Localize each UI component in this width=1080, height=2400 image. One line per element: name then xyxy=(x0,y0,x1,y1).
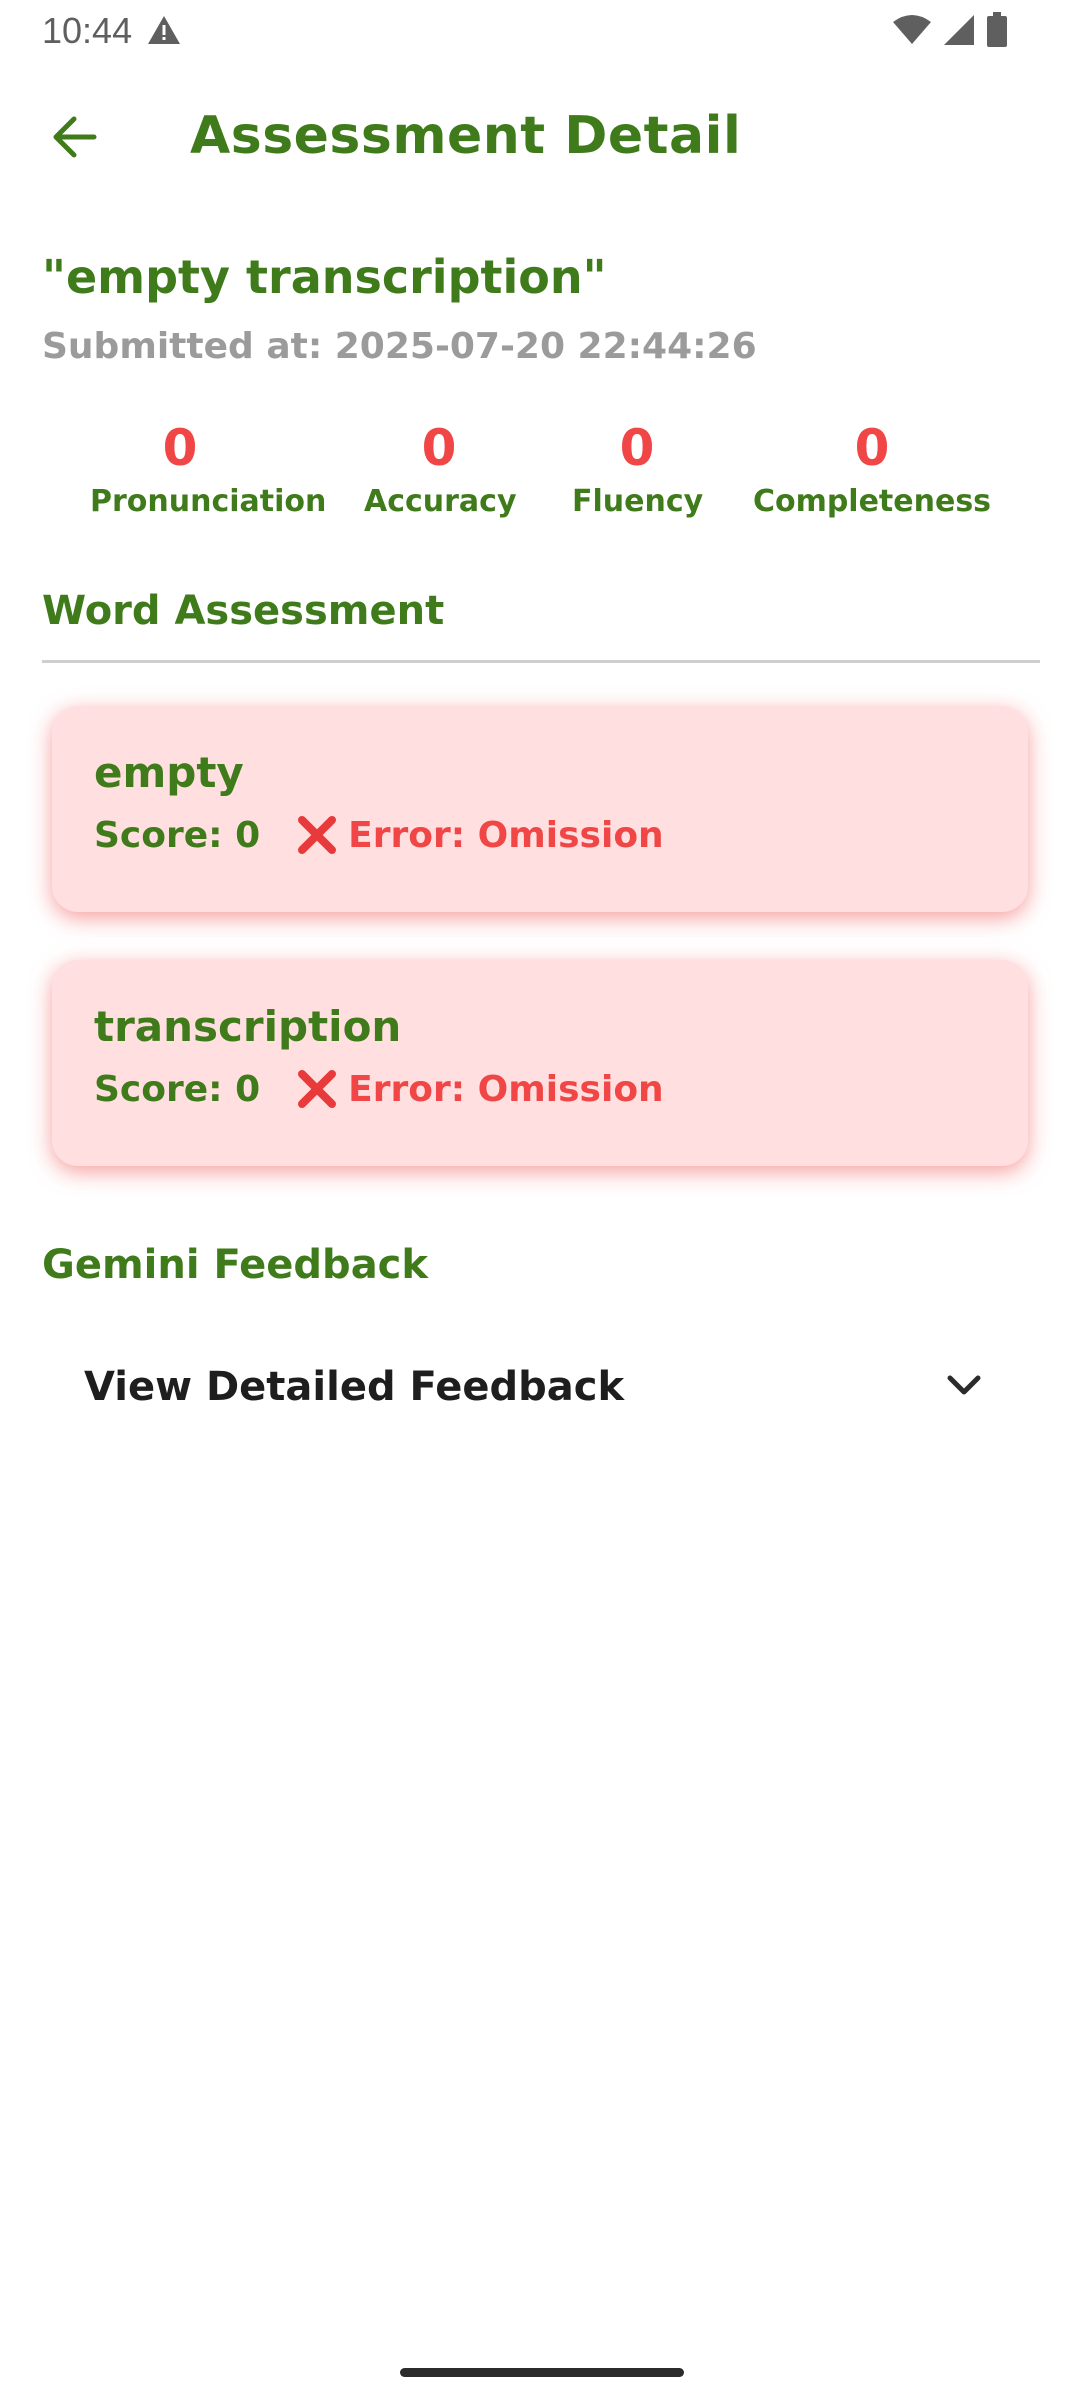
gemini-feedback-heading: Gemini Feedback xyxy=(42,1242,428,1288)
battery-icon xyxy=(986,12,1008,52)
back-button[interactable] xyxy=(38,108,110,170)
word-assessment-heading: Word Assessment xyxy=(42,588,445,634)
score-label: Accuracy xyxy=(364,484,517,519)
chevron-down-icon xyxy=(944,1370,984,1404)
word-meta: Score: 0 Error: Omission xyxy=(94,1068,664,1110)
status-bar: 10:44 xyxy=(0,0,1080,64)
app-bar: Assessment Detail xyxy=(0,90,1080,186)
score-label: Pronunciation xyxy=(90,484,327,519)
word-score: Score: 0 xyxy=(94,814,261,856)
status-time: 10:44 xyxy=(42,10,133,51)
status-icons xyxy=(892,12,1008,52)
score-value: 0 xyxy=(421,419,457,477)
view-detailed-feedback-toggle[interactable]: View Detailed Feedback xyxy=(42,1340,1040,1444)
score-pronunciation: 0 Pronunciation xyxy=(90,419,327,519)
word-error: Error: Omission xyxy=(348,814,664,856)
score-completeness: 0 Completeness xyxy=(752,420,992,519)
word-card: empty Score: 0 Error: Omission xyxy=(52,706,1028,912)
page-title: Assessment Detail xyxy=(190,106,742,166)
section-divider xyxy=(42,660,1040,663)
cross-mark-icon xyxy=(296,814,338,856)
word-card: transcription Score: 0 Error: Omission xyxy=(52,960,1028,1166)
word-error: Error: Omission xyxy=(348,1068,664,1110)
alert-triangle-icon xyxy=(146,14,182,50)
score-value: 0 xyxy=(854,419,890,477)
word-meta: Score: 0 Error: Omission xyxy=(94,814,664,856)
feedback-toggle-label: View Detailed Feedback xyxy=(84,1364,625,1410)
score-label: Completeness xyxy=(752,484,992,519)
wifi-icon xyxy=(892,14,932,50)
score-accuracy: 0 Accuracy xyxy=(364,419,517,519)
arrow-back-icon xyxy=(50,115,98,163)
word-text: transcription xyxy=(94,1002,402,1051)
assessment-header: "empty transcription" Submitted at: 2025… xyxy=(42,250,1040,367)
assessment-title: "empty transcription" xyxy=(42,250,607,304)
word-score: Score: 0 xyxy=(94,1068,261,1110)
score-summary: 0 Pronunciation 0 Accuracy 0 Fluency 0 C… xyxy=(42,420,1040,540)
cell-signal-icon xyxy=(942,13,976,51)
cross-mark-icon xyxy=(296,1068,338,1110)
home-indicator[interactable] xyxy=(400,2368,684,2377)
word-text: empty xyxy=(94,748,244,797)
score-label: Fluency xyxy=(572,484,704,519)
score-fluency: 0 Fluency xyxy=(572,419,704,519)
score-value: 0 xyxy=(162,419,198,477)
score-value: 0 xyxy=(619,419,655,477)
submitted-timestamp: Submitted at: 2025-07-20 22:44:26 xyxy=(42,326,757,367)
